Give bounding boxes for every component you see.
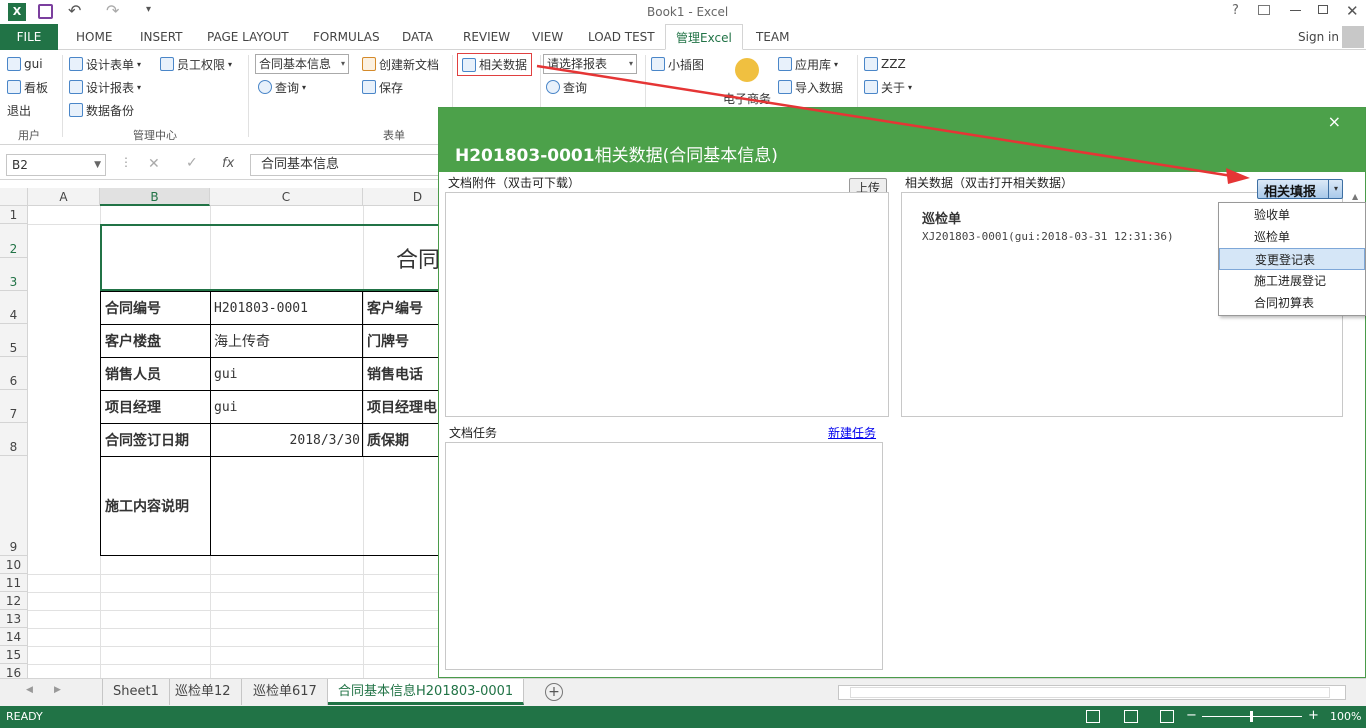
annotation-arrow	[536, 64, 1250, 184]
